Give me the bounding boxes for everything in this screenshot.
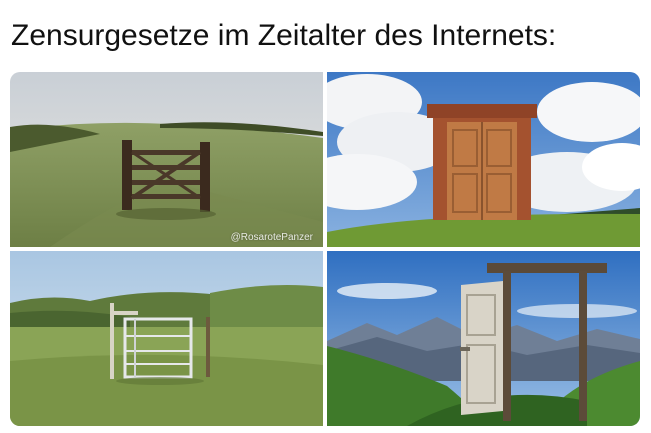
gate-in-field-photo: @RosarotePanzer (10, 72, 323, 247)
freestanding-door-photo (327, 72, 640, 247)
photo-grid: @RosarotePanzer (10, 72, 640, 426)
gate-on-grassland-photo (10, 251, 323, 426)
meme-caption: Zensurgesetze im Zeitalter des Internets… (11, 19, 557, 52)
mountain-door-frame-photo (327, 251, 640, 426)
watermark-text: @RosarotePanzer (230, 232, 313, 243)
